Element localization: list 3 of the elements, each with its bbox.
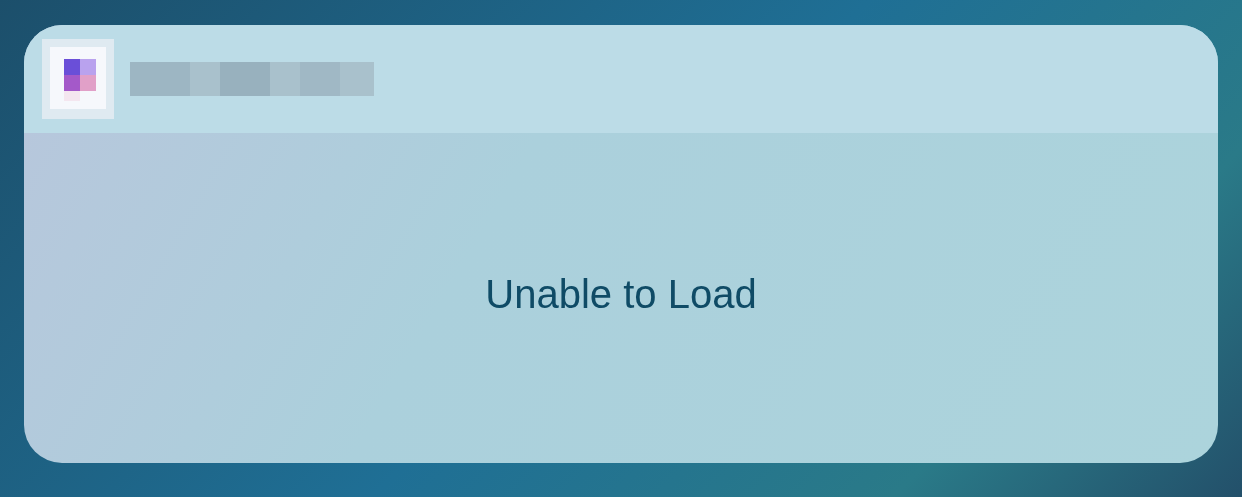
error-message: Unable to Load [485,271,757,317]
app-icon [42,39,114,119]
widget-card[interactable]: Unable to Load [24,25,1218,463]
